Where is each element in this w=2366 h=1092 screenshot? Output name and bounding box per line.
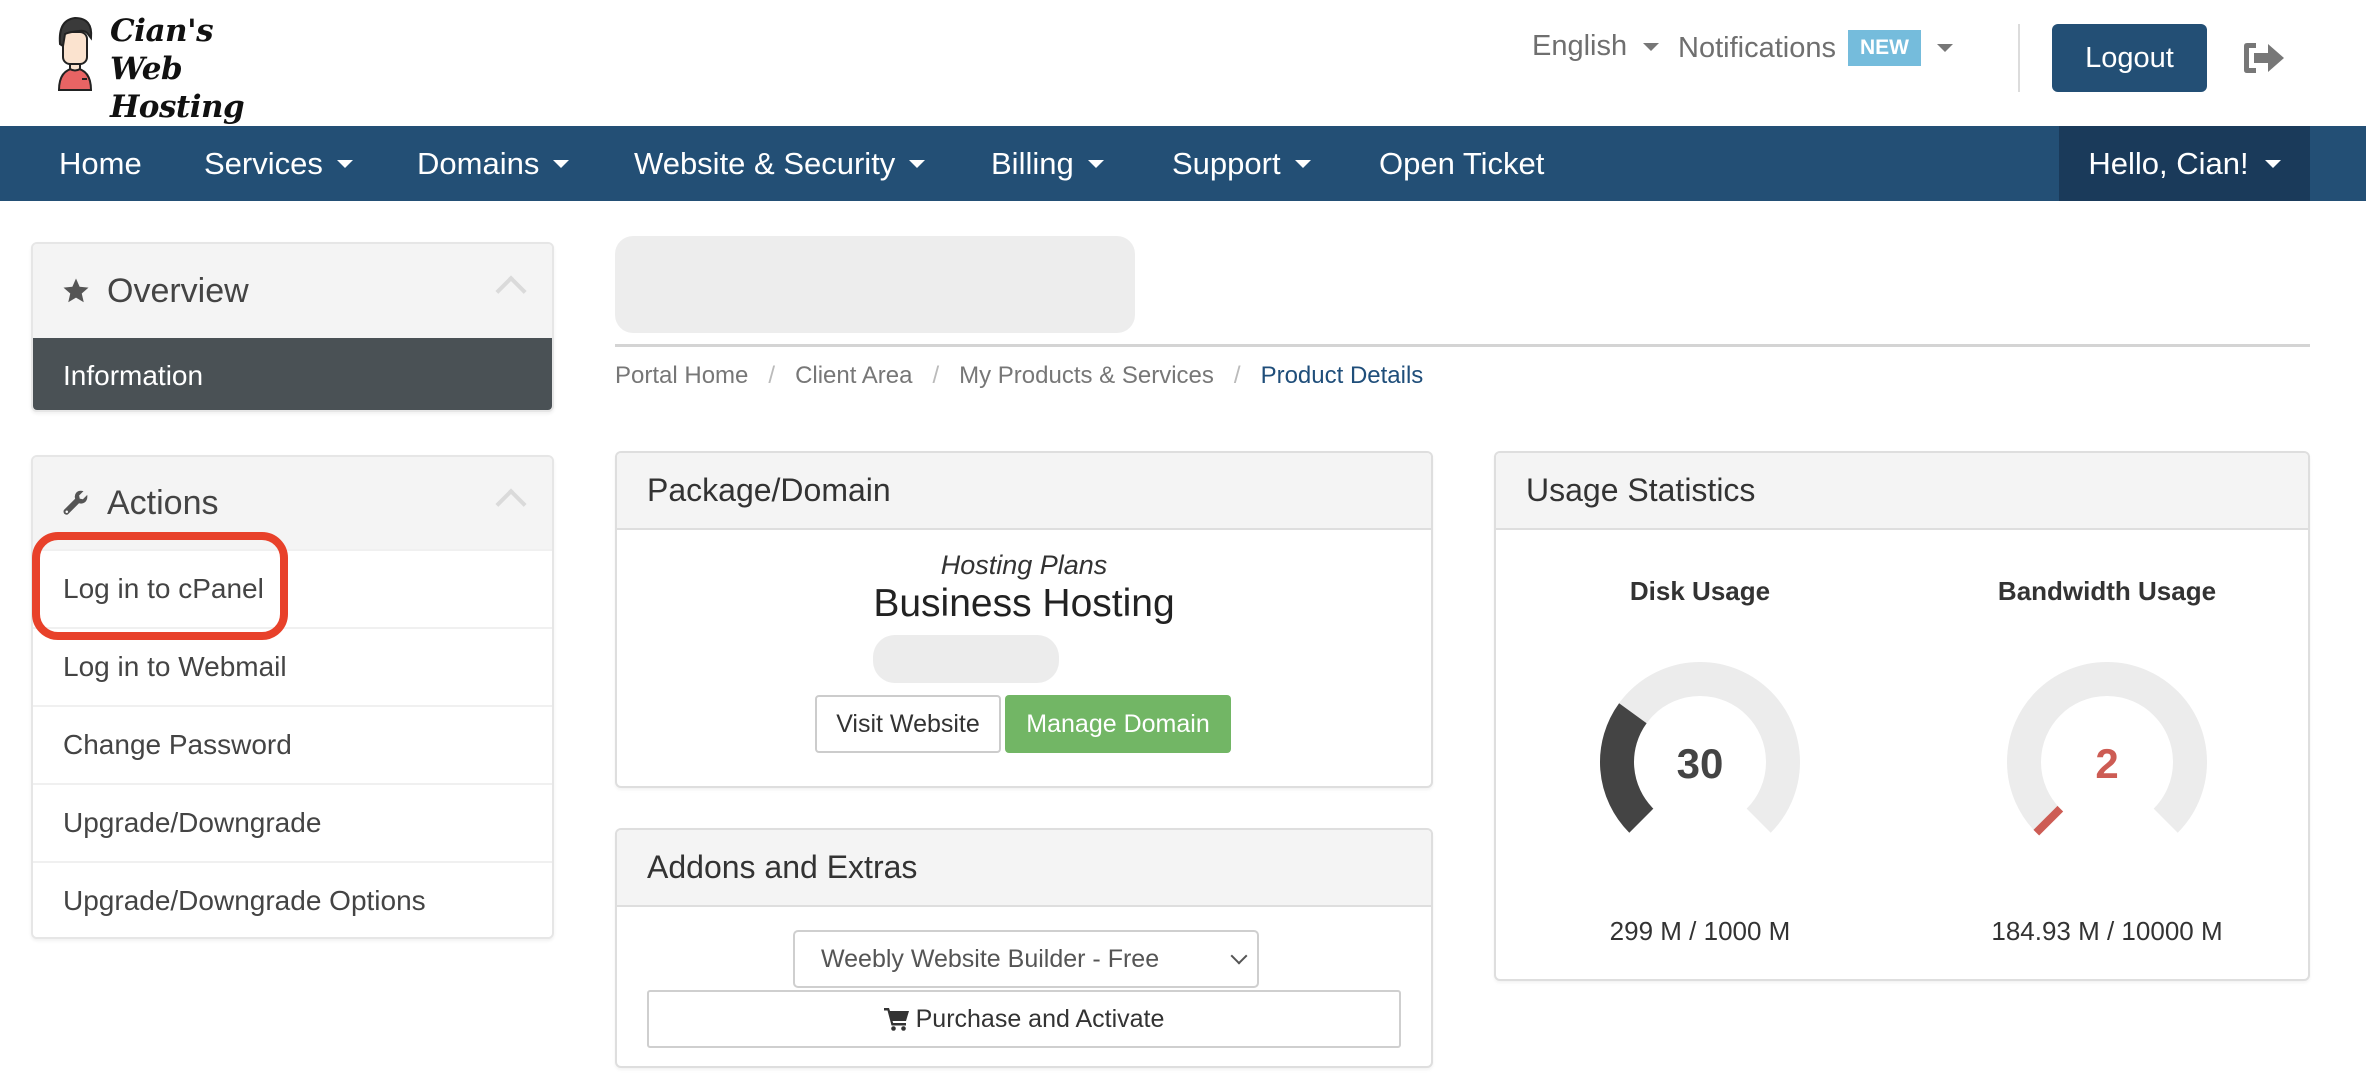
usage-statistics-header: Usage Statistics: [1496, 453, 2308, 530]
chevron-up-icon[interactable]: [495, 488, 527, 520]
bandwidth-usage-value: 2: [2095, 740, 2119, 787]
breadcrumb-client-area[interactable]: Client Area: [795, 362, 912, 390]
title-divider: [615, 344, 2310, 347]
chevron-down-icon: [1230, 947, 1248, 965]
breadcrumb-separator: /: [768, 362, 776, 389]
addons-header: Addons and Extras: [617, 830, 1431, 907]
language-dropdown[interactable]: English: [1532, 30, 1660, 63]
notifications-label: Notifications: [1678, 31, 1836, 64]
caret-down-icon: [909, 159, 926, 168]
page-title-placeholder: [615, 236, 1135, 333]
sidebar-item-information[interactable]: Information: [33, 338, 552, 410]
nav-label: Open Ticket: [1379, 145, 1545, 181]
chevron-up-icon[interactable]: [495, 275, 527, 307]
caret-down-icon: [553, 159, 570, 168]
header-divider: [2018, 24, 2020, 92]
sidebar-item-login-webmail[interactable]: Log in to Webmail: [33, 627, 552, 705]
nav-label: Billing: [991, 145, 1074, 181]
nav-home[interactable]: Home: [59, 126, 142, 201]
disk-usage-text: 299 M / 1000 M: [1609, 916, 1791, 946]
panel-title: Package/Domain: [647, 472, 891, 508]
caret-down-icon: [1936, 44, 1953, 52]
main-navbar: Home Services Domains Website & Security…: [0, 126, 2366, 201]
sidebar-item-change-password[interactable]: Change Password: [33, 705, 552, 783]
sidebar-item-label: Log in to Webmail: [63, 651, 287, 682]
product-group: Hosting Plans: [940, 550, 1108, 580]
caret-down-icon: [1643, 42, 1660, 51]
addons-panel: Addons and Extras Weebly Website Builder…: [615, 828, 1433, 1068]
usage-statistics-panel: Usage Statistics Disk Usage 30 299 M / 1…: [1494, 451, 2310, 981]
notifications-dropdown[interactable]: Notifications NEW: [1678, 30, 1953, 66]
breadcrumb-products-services[interactable]: My Products & Services: [959, 362, 1214, 390]
sidebar-item-label: Upgrade/Downgrade: [63, 807, 322, 838]
breadcrumb-product-details: Product Details: [1260, 362, 1424, 389]
bandwidth-usage-title: Bandwidth Usage: [1997, 576, 2217, 606]
sidebar-actions-header[interactable]: Actions: [33, 457, 552, 549]
sidebar-item-label: Log in to cPanel: [63, 573, 264, 604]
manage-domain-button[interactable]: Manage Domain: [1005, 695, 1231, 753]
sidebar-overview-header[interactable]: Overview: [33, 244, 552, 338]
star-icon: [63, 278, 89, 303]
breadcrumb-portal-home[interactable]: Portal Home: [615, 362, 748, 390]
panel-title: Addons and Extras: [647, 849, 918, 885]
disk-usage-value: 30: [1676, 740, 1724, 787]
nav-label: Services: [204, 145, 323, 181]
disk-usage-title: Disk Usage: [1629, 576, 1771, 606]
sidebar-item-login-cpanel[interactable]: Log in to cPanel: [33, 549, 552, 627]
logo-line-1: Cian's: [110, 13, 214, 49]
sign-out-icon[interactable]: [2242, 40, 2286, 76]
sidebar-item-upgrade-downgrade[interactable]: Upgrade/Downgrade: [33, 783, 552, 861]
notifications-new-badge: NEW: [1847, 30, 1921, 66]
sidebar-item-label: Information: [63, 360, 204, 391]
user-menu-dropdown[interactable]: Hello, Cian!: [2059, 126, 2310, 201]
logo-line-2: Web Hosting: [110, 51, 245, 125]
caret-down-icon: [1294, 159, 1311, 168]
visit-website-button[interactable]: Visit Website: [815, 695, 1001, 753]
logout-button[interactable]: Logout: [2052, 24, 2207, 92]
addon-selected-value: Weebly Website Builder - Free: [821, 944, 1160, 973]
sidebar-item-label: Upgrade/Downgrade Options: [63, 885, 426, 916]
domain-placeholder: [873, 635, 1059, 683]
purchase-label: Purchase and Activate: [915, 1004, 1165, 1033]
purchase-activate-button[interactable]: Purchase and Activate: [647, 990, 1401, 1048]
addon-select[interactable]: Weebly Website Builder - Free: [793, 930, 1259, 988]
sidebar-item-label: Change Password: [63, 729, 292, 760]
breadcrumb: Portal Home / Client Area / My Products …: [615, 362, 1423, 390]
nav-domains[interactable]: Domains: [417, 126, 570, 201]
sidebar-actions-title: Actions: [107, 483, 219, 522]
package-domain-panel: Package/Domain Hosting Plans Business Ho…: [615, 451, 1433, 788]
nav-label: Website & Security: [634, 145, 896, 181]
language-label: English: [1532, 30, 1628, 62]
package-domain-header: Package/Domain: [617, 453, 1431, 530]
nav-billing[interactable]: Billing: [991, 126, 1104, 201]
nav-label: Domains: [417, 145, 540, 181]
bandwidth-usage-text: 184.93 M / 10000 M: [1991, 916, 2223, 946]
user-greeting: Hello, Cian!: [2088, 145, 2249, 181]
breadcrumb-separator: /: [1233, 362, 1241, 389]
panel-title: Usage Statistics: [1526, 472, 1756, 508]
site-logo[interactable]: Cian's Web Hosting: [50, 10, 310, 125]
avatar-logo-icon: [57, 16, 93, 91]
nav-label: Support: [1172, 145, 1281, 181]
logo-text: Cian's Web Hosting: [110, 12, 310, 126]
nav-open-ticket[interactable]: Open Ticket: [1379, 126, 1544, 201]
breadcrumb-separator: /: [932, 362, 940, 389]
wrench-icon: [63, 490, 88, 515]
sidebar-overview-panel: Overview Information: [31, 242, 554, 412]
sidebar-overview-title: Overview: [107, 271, 249, 310]
product-name: Business Hosting: [873, 582, 1175, 625]
caret-down-icon: [336, 159, 353, 168]
nav-support[interactable]: Support: [1172, 126, 1311, 201]
nav-website-security[interactable]: Website & Security: [634, 126, 926, 201]
nav-label: Home: [59, 145, 142, 181]
nav-services[interactable]: Services: [204, 126, 353, 201]
caret-down-icon: [1087, 159, 1104, 168]
caret-down-icon: [2264, 159, 2281, 168]
shopping-cart-icon: [883, 1008, 909, 1031]
sidebar-item-upgrade-downgrade-options[interactable]: Upgrade/Downgrade Options: [33, 861, 552, 937]
sidebar-actions-panel: Actions Log in to cPanel Log in to Webma…: [31, 455, 554, 939]
